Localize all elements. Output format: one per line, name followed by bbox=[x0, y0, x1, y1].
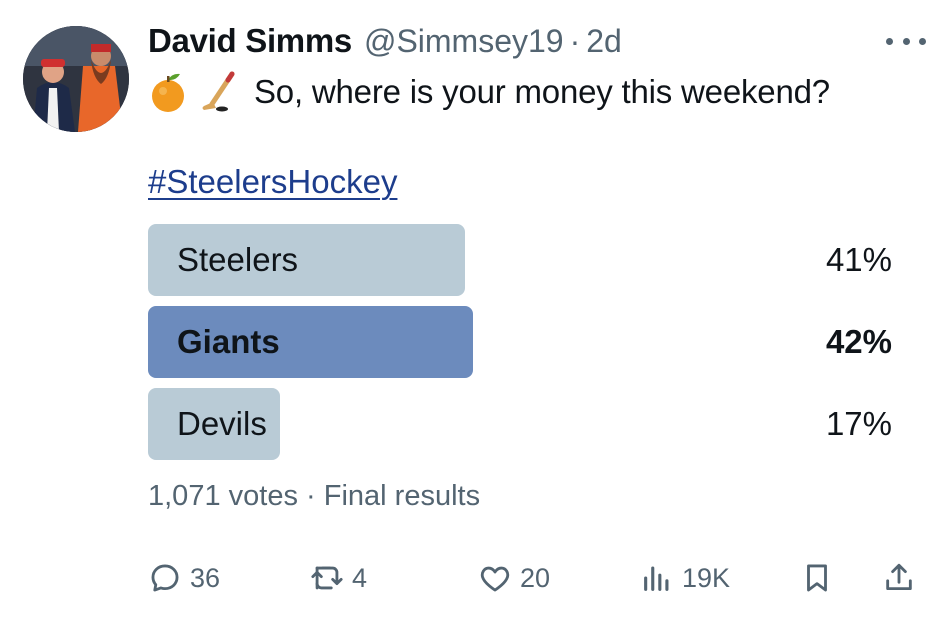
poll-vote-count: 1,071 votes bbox=[148, 480, 298, 512]
separator-dot: · bbox=[306, 480, 316, 512]
poll-meta: 1,071 votes · Final results bbox=[148, 480, 480, 513]
poll-option-label: Devils bbox=[177, 405, 267, 442]
views-icon bbox=[644, 566, 669, 591]
share-icon bbox=[886, 563, 912, 591]
bookmark-button[interactable] bbox=[800, 555, 834, 601]
more-icon[interactable] bbox=[886, 26, 926, 56]
author-handle[interactable]: @Simmsey19 bbox=[364, 23, 564, 60]
tweet-text: So, where is your money this weekend? bbox=[254, 73, 830, 110]
poll-option-percent: 42% bbox=[825, 323, 892, 360]
hockey-stick-emoji bbox=[202, 71, 235, 112]
avatar-image bbox=[23, 26, 129, 132]
poll-status: Final results bbox=[323, 480, 481, 512]
share-button[interactable] bbox=[882, 555, 916, 601]
bookmark-icon bbox=[807, 564, 827, 592]
poll-option-giants: Giants 42% bbox=[148, 306, 892, 378]
retweet-icon bbox=[311, 566, 343, 590]
poll-option-devils: Devils 17% bbox=[148, 388, 892, 460]
separator-dot: · bbox=[569, 23, 581, 59]
like-button[interactable]: 20 bbox=[478, 555, 550, 601]
reply-button[interactable]: 36 bbox=[148, 555, 220, 601]
retweet-count: 4 bbox=[352, 562, 368, 593]
orange-emoji bbox=[152, 73, 184, 112]
views-count: 19K bbox=[682, 562, 731, 593]
reply-icon bbox=[151, 564, 179, 592]
poll-option-label: Giants bbox=[177, 323, 280, 360]
author-name[interactable]: David Simms bbox=[148, 22, 352, 60]
poll-option-steelers: Steelers 41% bbox=[148, 224, 892, 296]
tweet-header: David Simms @Simmsey19 · 2d bbox=[148, 22, 924, 62]
reply-count: 36 bbox=[190, 562, 221, 593]
poll-option-percent: 41% bbox=[825, 241, 892, 278]
poll-option-percent: 17% bbox=[825, 405, 892, 442]
action-bar: 36 4 20 19K bbox=[148, 555, 924, 601]
views-button[interactable]: 19K bbox=[640, 555, 730, 601]
tweet-timestamp[interactable]: 2d bbox=[586, 23, 622, 60]
tweet-text-line: So, where is your money this weekend? bbox=[148, 66, 830, 118]
like-icon bbox=[480, 566, 510, 592]
poll-option-label: Steelers bbox=[177, 241, 299, 278]
hashtag-link[interactable]: #SteelersHockey bbox=[148, 163, 397, 201]
like-count: 20 bbox=[520, 562, 551, 593]
retweet-button[interactable]: 4 bbox=[310, 555, 367, 601]
avatar[interactable] bbox=[23, 26, 129, 132]
